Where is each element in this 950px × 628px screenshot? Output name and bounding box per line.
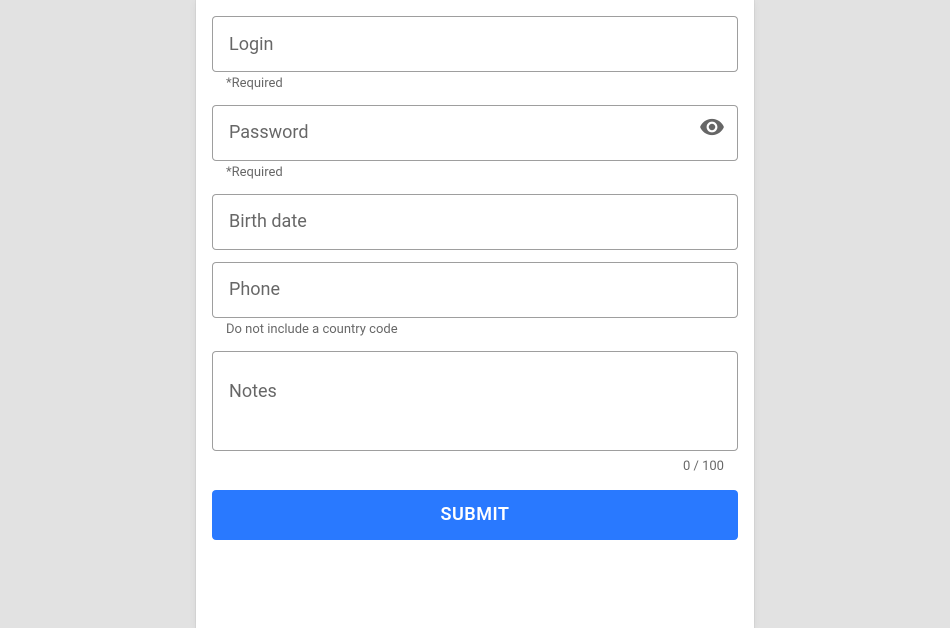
birth-date-field-group (212, 182, 738, 250)
phone-input[interactable] (212, 262, 738, 318)
password-field-group (212, 93, 738, 161)
form-card: *Required *Required Do not include a cou… (196, 0, 754, 628)
password-input[interactable] (212, 105, 738, 161)
submit-button[interactable]: SUBMIT (212, 490, 738, 540)
login-helper: *Required (212, 72, 738, 93)
login-input[interactable] (212, 16, 738, 72)
phone-helper: Do not include a country code (212, 318, 738, 339)
login-field-group (212, 0, 738, 72)
birth-date-input[interactable] (212, 194, 738, 250)
password-helper: *Required (212, 161, 738, 182)
notes-counter: 0 / 100 (212, 455, 738, 476)
notes-field-group (212, 339, 738, 455)
phone-field-group (212, 250, 738, 318)
eye-icon[interactable] (688, 103, 736, 151)
notes-input[interactable] (212, 351, 738, 451)
